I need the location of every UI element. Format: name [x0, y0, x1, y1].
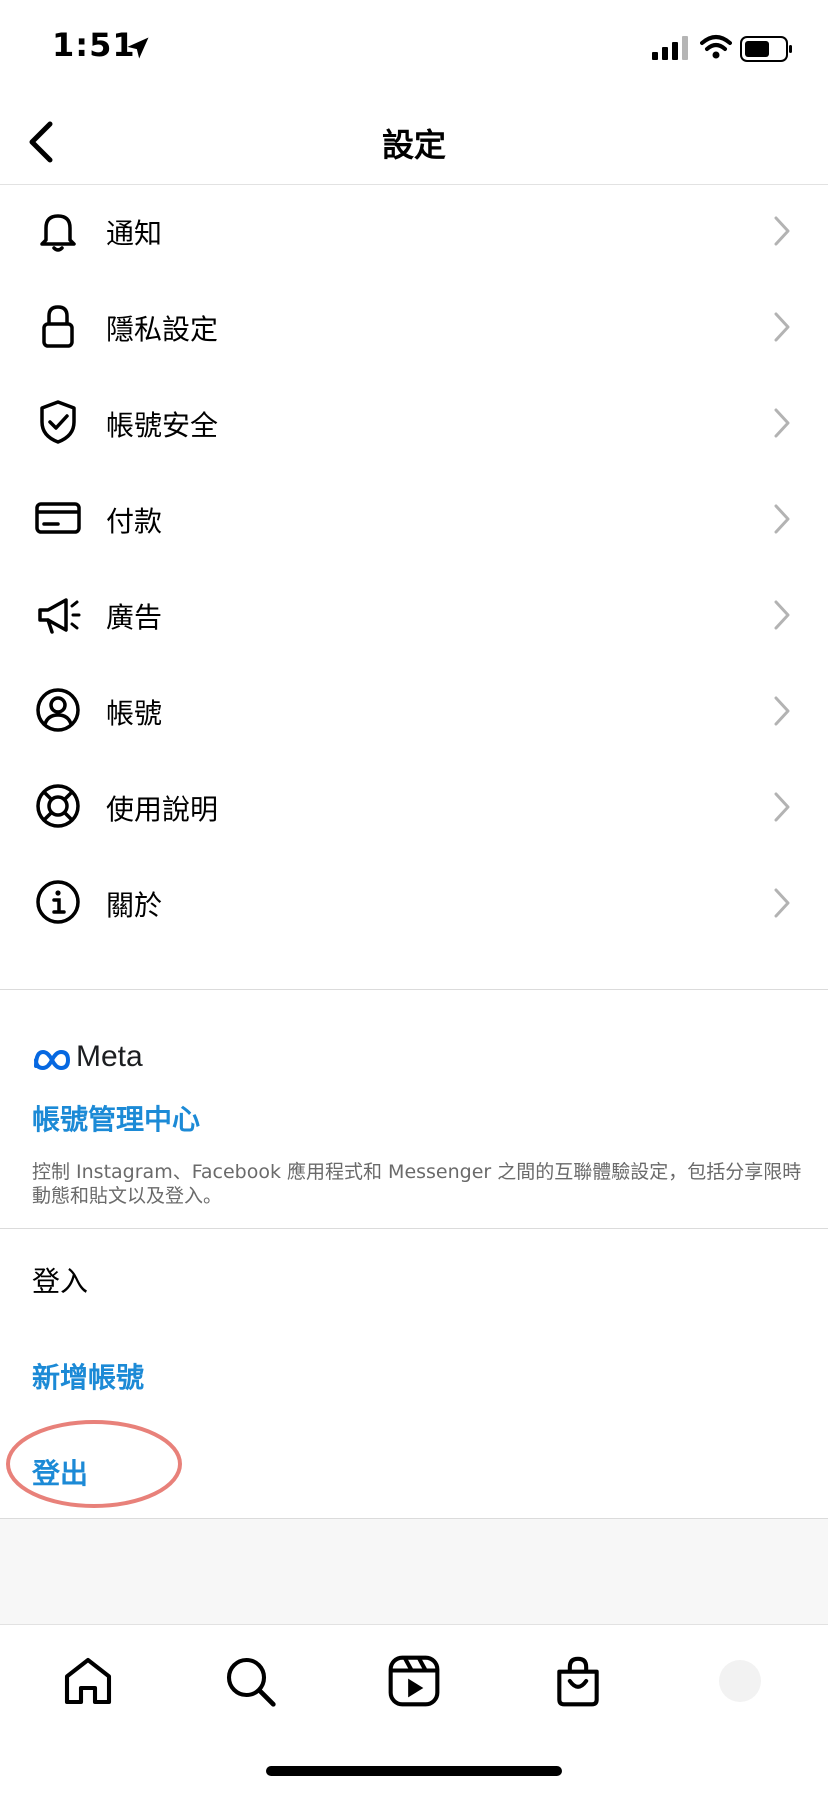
login-heading: 登入	[32, 1265, 89, 1298]
settings-item-label: 使用說明	[106, 793, 219, 826]
meta-logo-icon	[34, 1049, 71, 1071]
location-arrow-icon	[127, 37, 149, 59]
search-icon[interactable]	[222, 1653, 278, 1709]
reels-icon[interactable]	[386, 1653, 442, 1709]
chevron-right-icon	[774, 504, 790, 534]
user-circle-icon	[36, 688, 80, 732]
highlight-ring	[6, 1420, 182, 1508]
settings-item-notifications[interactable]: 通知	[0, 184, 828, 280]
home-icon[interactable]	[60, 1653, 116, 1709]
empty-area	[0, 1518, 828, 1625]
bell-icon	[40, 214, 76, 252]
lock-icon	[42, 305, 74, 348]
settings-item-label: 帳號	[106, 697, 163, 730]
settings-item-label: 隱私設定	[106, 313, 219, 346]
settings-item-label: 通知	[106, 217, 163, 250]
settings-item-label: 付款	[106, 505, 163, 538]
home-indicator	[266, 1766, 562, 1776]
settings-item-account[interactable]: 帳號	[0, 664, 828, 760]
shop-icon[interactable]	[550, 1653, 606, 1709]
settings-item-label: 帳號安全	[106, 409, 219, 442]
chevron-right-icon	[774, 888, 790, 918]
section-divider	[0, 1228, 828, 1229]
page-title: 設定	[381, 126, 446, 164]
shield-check-icon	[40, 400, 76, 444]
settings-item-label: 廣告	[106, 601, 163, 634]
chevron-right-icon	[774, 216, 790, 246]
credit-card-icon	[35, 502, 81, 534]
battery-icon	[740, 36, 792, 62]
nav-bar: 設定	[0, 100, 828, 185]
megaphone-icon	[38, 598, 81, 634]
settings-item-security[interactable]: 帳號安全	[0, 376, 828, 472]
chevron-right-icon	[774, 600, 790, 630]
accounts-center-description: 控制 Instagram、Facebook 應用程式和 Messenger 之間…	[32, 1161, 802, 1207]
settings-item-payments[interactable]: 付款	[0, 472, 828, 568]
settings-item-privacy[interactable]: 隱私設定	[0, 280, 828, 376]
add-account-button[interactable]: 新增帳號	[32, 1356, 144, 1396]
meta-wordmark: Meta	[76, 1040, 143, 1073]
settings-item-help[interactable]: 使用說明	[0, 760, 828, 856]
settings-list: 通知 隱私設定 帳號安全 付款 廣告 帳號 使用說明 關於	[0, 184, 828, 952]
lifebuoy-icon	[36, 784, 80, 828]
chevron-right-icon	[774, 792, 790, 822]
chevron-right-icon	[774, 408, 790, 438]
chevron-right-icon	[774, 312, 790, 342]
status-bar: 1:51	[0, 0, 828, 100]
wifi-icon	[700, 35, 732, 59]
info-icon	[36, 880, 80, 924]
accounts-center-link[interactable]: 帳號管理中心	[32, 1098, 200, 1138]
chevron-right-icon	[774, 696, 790, 726]
settings-item-label: 關於	[106, 889, 163, 922]
settings-item-ads[interactable]: 廣告	[0, 568, 828, 664]
cellular-signal-icon	[652, 36, 688, 60]
profile-icon[interactable]	[712, 1653, 768, 1709]
section-divider	[0, 989, 828, 990]
settings-item-about[interactable]: 關於	[0, 856, 828, 952]
